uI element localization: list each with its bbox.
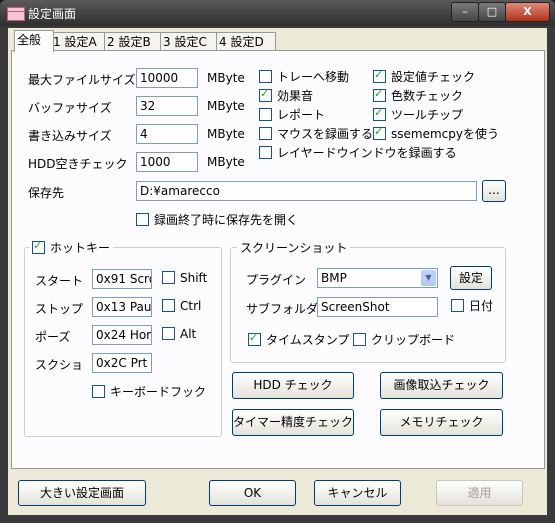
checkbox-box[interactable] xyxy=(162,299,175,312)
checkbox-box[interactable] xyxy=(162,327,175,340)
hotkey-screenshot-input[interactable]: 0x2C Prt xyxy=(92,353,152,373)
buffer-size-label: バッファサイズ xyxy=(28,101,112,115)
write-size-unit: MByte xyxy=(207,127,245,141)
client-area: 全般 1 設定A 2 設定B 3 設定C 4 設定D 最大ファイルサイズ 100… xyxy=(8,28,547,515)
max-file-size-input[interactable]: 10000 xyxy=(136,68,198,88)
hotkey-stop-input[interactable]: 0x13 Paus xyxy=(92,297,152,317)
maximize-button[interactable]: □ xyxy=(478,2,506,22)
image-capture-check-button[interactable]: 画像取込チェック xyxy=(380,372,503,399)
checkbox-keyboard-hook[interactable]: キーボードフック xyxy=(92,385,206,401)
hotkey-screenshot-label: スクショ xyxy=(35,358,84,372)
checkbox-box[interactable] xyxy=(162,271,175,284)
checkbox-report[interactable]: レポート xyxy=(259,108,325,124)
tab-settings-d[interactable]: 4 設定D xyxy=(216,32,276,51)
window-title: 設定画面 xyxy=(28,7,77,21)
checkbox-color-depth-check[interactable]: 色数チェック xyxy=(373,87,463,105)
screenshot-group: スクリーンショット プラグイン BMP ▼ 設定 サブフォルダ ScreenSh… xyxy=(230,239,506,363)
hotkey-pause-input[interactable]: 0x24 Hom xyxy=(92,325,152,345)
tab-general[interactable]: 全般 xyxy=(14,30,54,52)
close-button[interactable]: X xyxy=(505,2,550,22)
hotkey-start-label: スタート xyxy=(35,274,84,288)
checkbox-clipboard[interactable]: クリップボード xyxy=(353,333,455,349)
title-bar[interactable]: 設定画面 – □ X xyxy=(0,0,555,26)
hotkey-start-input[interactable]: 0x91 Scro xyxy=(92,269,152,289)
chevron-down-icon[interactable]: ▼ xyxy=(421,270,436,286)
checkbox-box[interactable] xyxy=(353,333,366,346)
tab-settings-b[interactable]: 2 設定B xyxy=(104,32,164,51)
checkbox-date[interactable]: 日付 xyxy=(451,299,493,315)
save-to-label: 保存先 xyxy=(28,186,65,200)
buffer-size-unit: MByte xyxy=(207,99,245,113)
hdd-free-check-input[interactable]: 1000 xyxy=(136,152,198,172)
write-size-label: 書き込みサイズ xyxy=(28,129,112,143)
checkbox-box[interactable] xyxy=(373,106,386,121)
max-file-size-label: 最大ファイルサイズ xyxy=(28,73,136,87)
apply-button[interactable]: 適用 xyxy=(436,480,523,506)
max-file-size-unit: MByte xyxy=(207,71,245,85)
settings-window: 設定画面 – □ X 全般 1 設定A 2 設定B 3 設定C 4 設定D 最大… xyxy=(0,0,555,523)
cancel-button[interactable]: キャンセル xyxy=(314,480,401,506)
ok-button[interactable]: OK xyxy=(209,480,296,506)
checkbox-box[interactable] xyxy=(248,331,261,346)
browse-button[interactable]: ... xyxy=(482,180,506,202)
checkbox-ctrl[interactable]: Ctrl xyxy=(162,299,201,315)
checkbox-tooltip[interactable]: ツールチップ xyxy=(373,106,463,124)
general-tab-panel: 最大ファイルサイズ 10000 MByte バッファサイズ 32 MByte 書… xyxy=(11,50,545,469)
hotkey-stop-label: ストップ xyxy=(35,302,84,316)
app-icon xyxy=(7,7,25,21)
checkbox-box[interactable] xyxy=(259,127,272,140)
memory-check-button[interactable]: メモリチェック xyxy=(380,409,503,436)
checkbox-ssememcpy[interactable]: ssememcpyを使う xyxy=(373,125,499,143)
buffer-size-input[interactable]: 32 xyxy=(136,96,198,116)
checkbox-box[interactable] xyxy=(259,70,272,83)
plugin-select[interactable]: BMP ▼ xyxy=(317,268,438,288)
checkbox-open-on-finish[interactable]: 録画終了時に保存先を開く xyxy=(136,213,298,229)
checkbox-box[interactable] xyxy=(373,68,386,83)
hdd-free-check-unit: MByte xyxy=(207,155,245,169)
timer-accuracy-check-button[interactable]: タイマー精度チェック xyxy=(232,409,354,436)
checkbox-box[interactable] xyxy=(32,239,45,254)
tab-settings-c[interactable]: 3 設定C xyxy=(160,32,220,51)
hdd-check-button[interactable]: HDD チェック xyxy=(232,372,354,399)
checkbox-timestamp[interactable]: タイムスタンプ xyxy=(248,331,349,349)
save-to-input[interactable]: D:¥amarecco xyxy=(136,181,477,201)
hdd-free-check-label: HDD空きチェック xyxy=(28,157,128,171)
checkbox-move-to-tray[interactable]: トレーへ移動 xyxy=(259,70,349,86)
subfolder-label: サブフォルダ xyxy=(246,302,319,316)
checkbox-sound-effect[interactable]: 効果音 xyxy=(259,87,313,105)
hotkey-pause-label: ポーズ xyxy=(35,330,71,344)
checkbox-box[interactable] xyxy=(92,385,105,398)
checkbox-box[interactable] xyxy=(259,87,272,102)
write-size-input[interactable]: 4 xyxy=(136,124,198,144)
hotkey-group: ホットキー スタート 0x91 Scro Shift ストップ 0x13 Pau… xyxy=(24,239,222,437)
checkbox-box[interactable] xyxy=(373,125,386,140)
checkbox-box[interactable] xyxy=(136,213,149,226)
plugin-settings-button[interactable]: 設定 xyxy=(450,266,492,290)
checkbox-record-layered-window[interactable]: レイヤードウインドウを録画する xyxy=(259,146,457,162)
tab-settings-a[interactable]: 1 設定A xyxy=(50,32,108,51)
checkbox-record-mouse[interactable]: マウスを録画する xyxy=(259,127,373,143)
checkbox-alt[interactable]: Alt xyxy=(162,327,196,343)
checkbox-box[interactable] xyxy=(259,108,272,121)
subfolder-input[interactable]: ScreenShot xyxy=(317,297,438,317)
checkbox-box[interactable] xyxy=(373,87,386,102)
screenshot-legend: スクリーンショット xyxy=(237,239,351,256)
minimize-button[interactable]: – xyxy=(451,2,479,22)
plugin-label: プラグイン xyxy=(246,273,307,287)
large-settings-button[interactable]: 大きい設定画面 xyxy=(18,480,146,506)
checkbox-settings-check[interactable]: 設定値チェック xyxy=(373,68,475,86)
checkbox-shift[interactable]: Shift xyxy=(162,271,207,287)
checkbox-box[interactable] xyxy=(259,146,272,159)
checkbox-box[interactable] xyxy=(451,299,464,312)
hotkey-legend[interactable]: ホットキー xyxy=(29,239,114,256)
